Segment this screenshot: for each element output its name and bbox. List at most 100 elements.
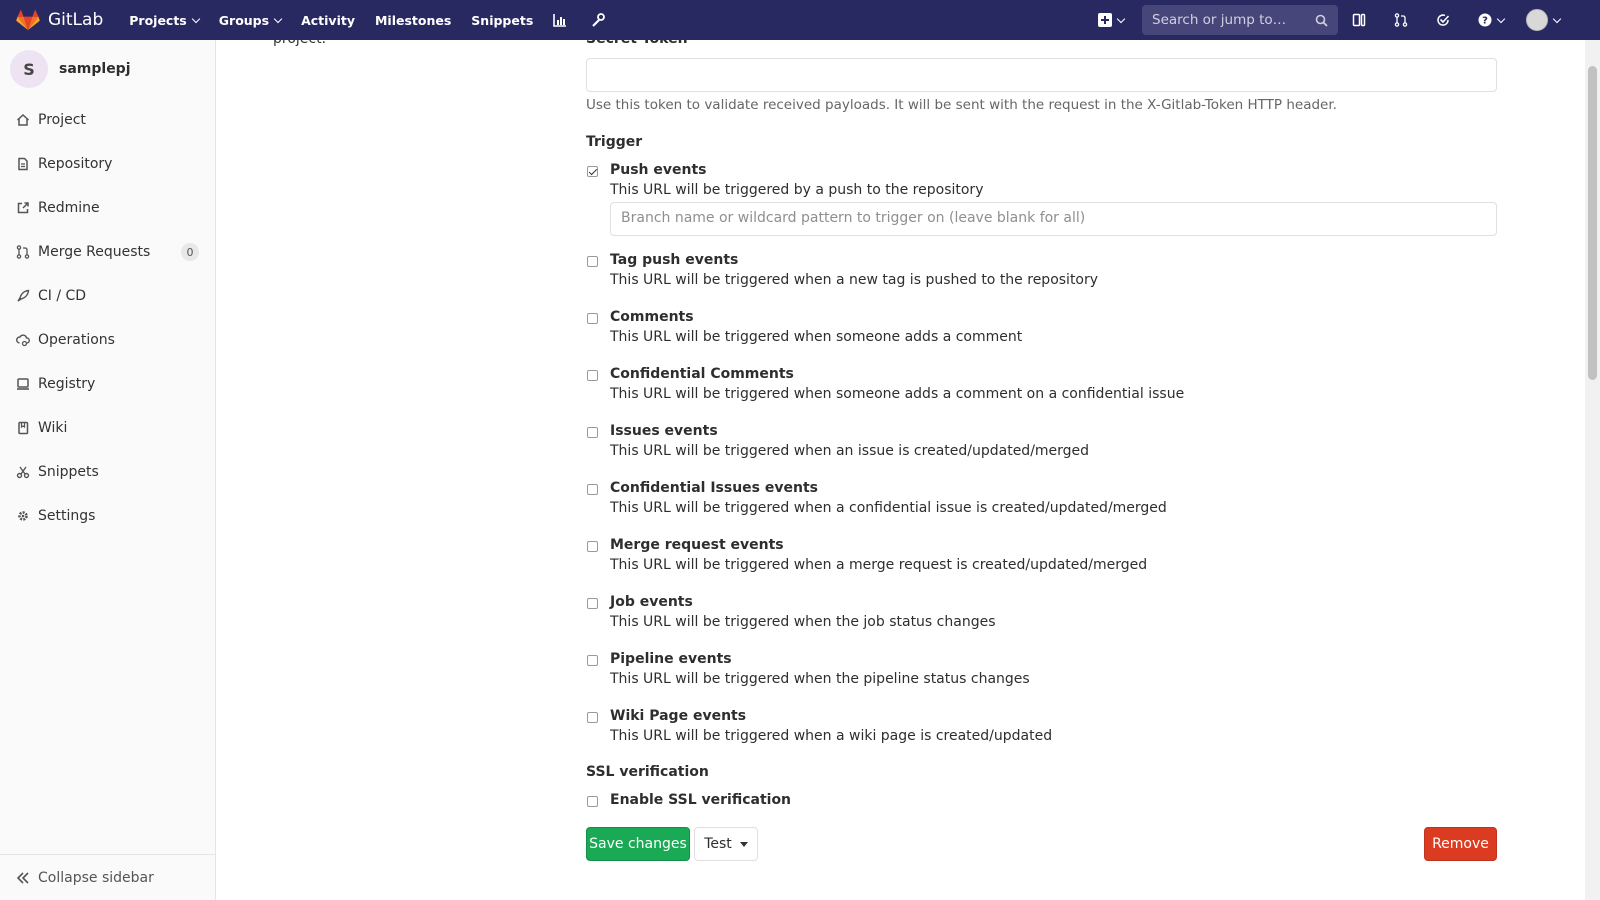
trigger-title: Confidential Comments <box>610 366 794 382</box>
comments-checkbox[interactable] <box>587 313 598 324</box>
sidebar-item-merge-requests[interactable]: Merge Requests 0 <box>0 230 215 274</box>
chevron-down-icon <box>273 14 283 23</box>
confidential-comments-checkbox[interactable] <box>587 370 598 381</box>
merge-request-events-checkbox[interactable] <box>587 541 598 552</box>
test-dropdown-button[interactable]: Test <box>694 827 758 861</box>
sidebar-item-label: Snippets <box>38 464 99 480</box>
avatar <box>1526 9 1548 31</box>
sidebar-item-operations[interactable]: Operations <box>0 318 215 362</box>
chevron-down-icon <box>191 14 201 23</box>
trigger-title: Merge request events <box>610 537 784 553</box>
cloud-gear-icon <box>16 334 30 347</box>
monitor-icon <box>17 378 29 390</box>
trigger-label: Trigger <box>586 134 643 150</box>
sidebar-item-label: Registry <box>38 376 96 392</box>
confidential-issues-events-checkbox[interactable] <box>587 484 598 495</box>
todo-check-icon[interactable] <box>1436 12 1452 28</box>
test-button-label: Test <box>704 836 732 852</box>
doc-icon <box>18 157 28 171</box>
wiki-page-events-checkbox[interactable] <box>587 712 598 723</box>
sidebar-item-label: Wiki <box>38 420 68 436</box>
trigger-description: This URL will be triggered when a wiki p… <box>610 728 1053 744</box>
trigger-description: This URL will be triggered when the job … <box>610 614 996 630</box>
project-avatar: S <box>10 50 48 88</box>
trigger-description: This URL will be triggered when an issue… <box>610 443 1090 459</box>
push-branch-filter-placeholder: Branch name or wildcard pattern to trigg… <box>621 210 1086 226</box>
search-input[interactable]: Search or jump to… <box>1142 5 1338 35</box>
secret-token-input[interactable] <box>586 58 1497 92</box>
nav-projects[interactable]: Projects <box>129 13 201 28</box>
svg-text:?: ? <box>1482 16 1488 27</box>
chevron-down-icon <box>1552 14 1562 23</box>
double-chevron-left-icon <box>16 871 29 884</box>
push-branch-filter-input[interactable]: Branch name or wildcard pattern to trigg… <box>610 202 1497 236</box>
sidebar-item-snippets[interactable]: Snippets <box>0 450 215 494</box>
plus-icon <box>1098 13 1112 27</box>
chevron-down-icon <box>1116 14 1126 23</box>
enable-ssl-verification-checkbox[interactable] <box>587 796 598 807</box>
gear-icon <box>18 511 28 521</box>
trigger-title: Tag push events <box>610 252 739 268</box>
sidebar-item-settings[interactable]: Settings <box>0 494 215 538</box>
collapse-sidebar-label: Collapse sidebar <box>38 869 154 886</box>
home-icon <box>16 113 30 126</box>
gitlab-logo-icon <box>16 9 40 30</box>
scrollbar-thumb[interactable] <box>1588 66 1597 380</box>
project-sidebar: S samplepj Project Repository Redmine Me… <box>0 40 216 900</box>
help-dropdown[interactable]: ? <box>1478 13 1506 27</box>
trigger-description: This URL will be triggered when a merge … <box>610 557 1148 573</box>
nav-activity[interactable]: Activity <box>301 13 355 28</box>
trigger-title: Confidential Issues events <box>610 480 818 496</box>
sidebar-item-label: Redmine <box>38 200 100 216</box>
merge-request-icon[interactable] <box>1394 12 1410 28</box>
nav-snippets[interactable]: Snippets <box>471 13 533 28</box>
trigger-description: This URL will be triggered when someone … <box>610 329 1023 345</box>
collapse-sidebar-button[interactable]: Collapse sidebar <box>0 854 215 900</box>
secret-token-help: Use this token to validate received payl… <box>586 97 1337 113</box>
save-changes-button[interactable]: Save changes <box>586 827 690 861</box>
issues-icon[interactable] <box>1352 12 1368 28</box>
top-navbar: GitLab Projects Groups Activity Mileston… <box>0 0 1600 40</box>
chart-icon[interactable] <box>553 12 569 28</box>
sidebar-item-label: Operations <box>38 332 115 348</box>
nav-groups[interactable]: Groups <box>218 12 283 28</box>
sidebar-item-label: Project <box>38 112 86 128</box>
job-events-checkbox[interactable] <box>587 598 598 609</box>
search-icon <box>1315 14 1328 27</box>
nav-groups-label: Groups <box>218 12 270 28</box>
sidebar-item-label: Settings <box>38 508 96 524</box>
ssl-option-title: Enable SSL verification <box>610 792 792 808</box>
merge-request-icon <box>16 245 30 259</box>
trigger-description: This URL will be triggered when a new ta… <box>610 272 1099 288</box>
help-icon: ? <box>1478 13 1492 27</box>
trigger-title: Pipeline events <box>610 651 732 667</box>
push-events-checkbox[interactable] <box>587 166 598 177</box>
gitlab-home-link[interactable]: GitLab <box>16 0 103 40</box>
tag-push-events-checkbox[interactable] <box>587 256 598 267</box>
sidebar-item-project[interactable]: Project <box>0 98 215 142</box>
pipeline-events-checkbox[interactable] <box>587 655 598 666</box>
brand-name: GitLab <box>48 10 104 30</box>
rocket-icon <box>17 289 30 302</box>
book-icon <box>18 421 29 435</box>
trigger-description: This URL will be triggered when someone … <box>610 386 1185 402</box>
wrench-icon[interactable] <box>591 12 607 28</box>
sidebar-item-wiki[interactable]: Wiki <box>0 406 215 450</box>
nav-milestones[interactable]: Milestones <box>375 13 451 28</box>
project-name: samplepj <box>59 61 131 77</box>
sidebar-project-header[interactable]: S samplepj <box>0 40 215 98</box>
page-scrollbar[interactable] <box>1585 40 1600 900</box>
sidebar-item-label: Repository <box>38 156 113 172</box>
issues-events-checkbox[interactable] <box>587 427 598 438</box>
sidebar-item-label: Merge Requests <box>38 244 151 260</box>
user-menu[interactable] <box>1526 9 1562 31</box>
trigger-description: This URL will be triggered when the pipe… <box>610 671 1030 687</box>
sidebar-item-redmine[interactable]: Redmine <box>0 186 215 230</box>
trigger-title: Push events <box>610 162 707 178</box>
chevron-down-icon <box>1496 14 1506 23</box>
remove-button[interactable]: Remove <box>1424 827 1497 861</box>
sidebar-item-ci-cd[interactable]: CI / CD <box>0 274 215 318</box>
new-dropdown[interactable] <box>1098 13 1126 27</box>
sidebar-item-repository[interactable]: Repository <box>0 142 215 186</box>
sidebar-item-registry[interactable]: Registry <box>0 362 215 406</box>
